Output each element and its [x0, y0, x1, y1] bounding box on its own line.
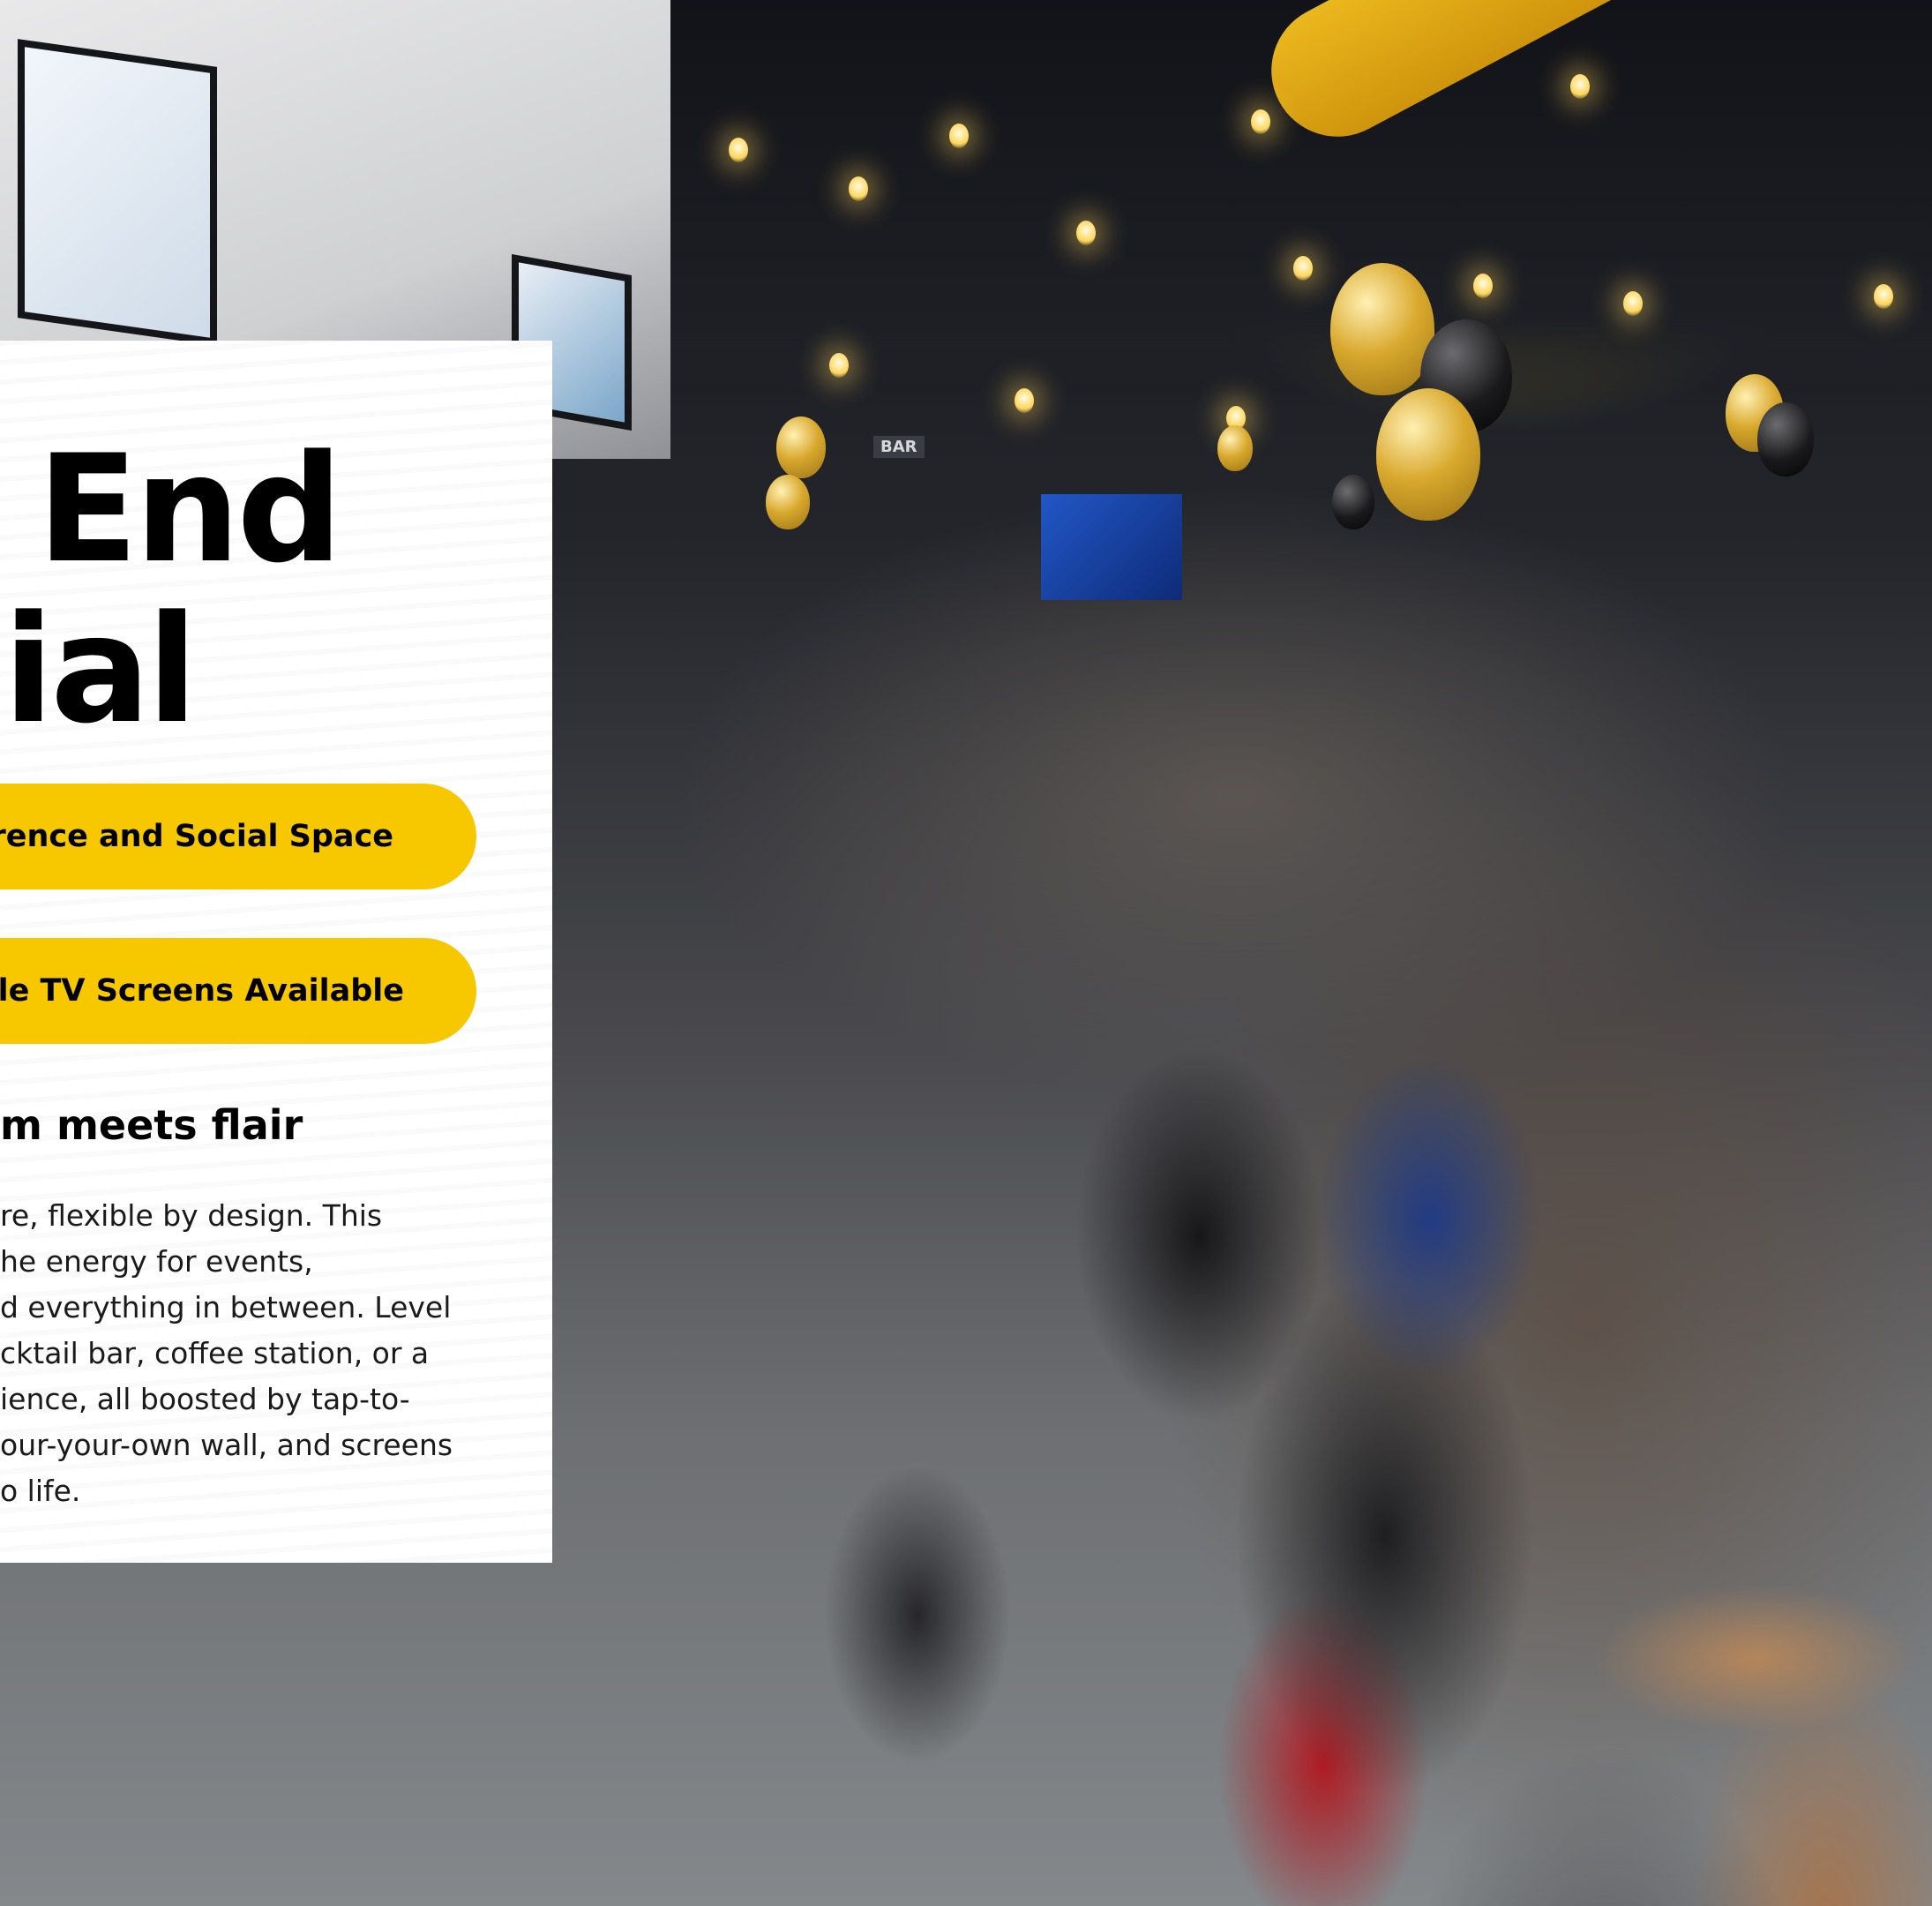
- string-light-bulb: [1570, 74, 1590, 99]
- venue-title-line-2: cial: [0, 583, 198, 756]
- page-root: y End cial rence and Social Space ble TV…: [0, 0, 1932, 1906]
- description-line: our-your-own wall, and screens: [0, 1428, 453, 1462]
- venue-title: y End cial: [0, 423, 343, 756]
- wall-tv-screen: [18, 39, 217, 346]
- string-light-bulb: [1293, 256, 1313, 281]
- gold-balloon: [776, 416, 826, 478]
- gold-balloon: [1217, 425, 1253, 471]
- venue-description: re, flexible by design. This he energy f…: [0, 1193, 547, 1514]
- gold-balloon: [1376, 388, 1480, 521]
- section-subheading: m meets flair: [0, 1101, 303, 1149]
- string-light-bulb: [829, 353, 849, 378]
- string-light-bulb: [1874, 284, 1893, 309]
- string-light-bulb: [1076, 221, 1096, 245]
- string-light-bulb: [1015, 388, 1034, 413]
- feature-pill-label: ble TV Screens Available: [0, 973, 404, 1009]
- ceiling: [547, 0, 1932, 459]
- description-line: o life.: [0, 1474, 81, 1508]
- feature-pill-conference-space: rence and Social Space: [0, 784, 476, 889]
- description-line: d everything in between. Level: [0, 1290, 452, 1324]
- black-balloon: [1332, 475, 1374, 529]
- venue-info-card: y End cial rence and Social Space ble TV…: [0, 341, 552, 1563]
- crowd-of-guests: [547, 600, 1932, 1906]
- bar-sign-text: BAR: [880, 438, 917, 456]
- description-line: ience, all boosted by tap-to-: [0, 1382, 410, 1416]
- string-light-bulb: [1623, 291, 1643, 316]
- description-line: re, flexible by design. This: [0, 1198, 383, 1233]
- venue-title-line-1: y End: [0, 423, 343, 596]
- gold-balloon: [1330, 263, 1434, 395]
- string-light-bulb: [849, 176, 868, 201]
- stage-screen: [1041, 494, 1182, 600]
- description-line: he energy for events,: [0, 1244, 313, 1279]
- gold-balloon: [766, 475, 810, 529]
- black-balloon: [1757, 402, 1814, 476]
- string-light-bulb: [1251, 109, 1270, 134]
- feature-pill-label: rence and Social Space: [0, 819, 393, 854]
- string-light-bulb: [1473, 274, 1493, 298]
- string-light-bulb: [949, 124, 969, 148]
- description-line: cktail bar, coffee station, or a: [0, 1336, 430, 1370]
- string-light-bulb: [729, 138, 748, 162]
- bar-sign: BAR: [873, 436, 925, 458]
- feature-pill-tv-screens: ble TV Screens Available: [0, 938, 476, 1044]
